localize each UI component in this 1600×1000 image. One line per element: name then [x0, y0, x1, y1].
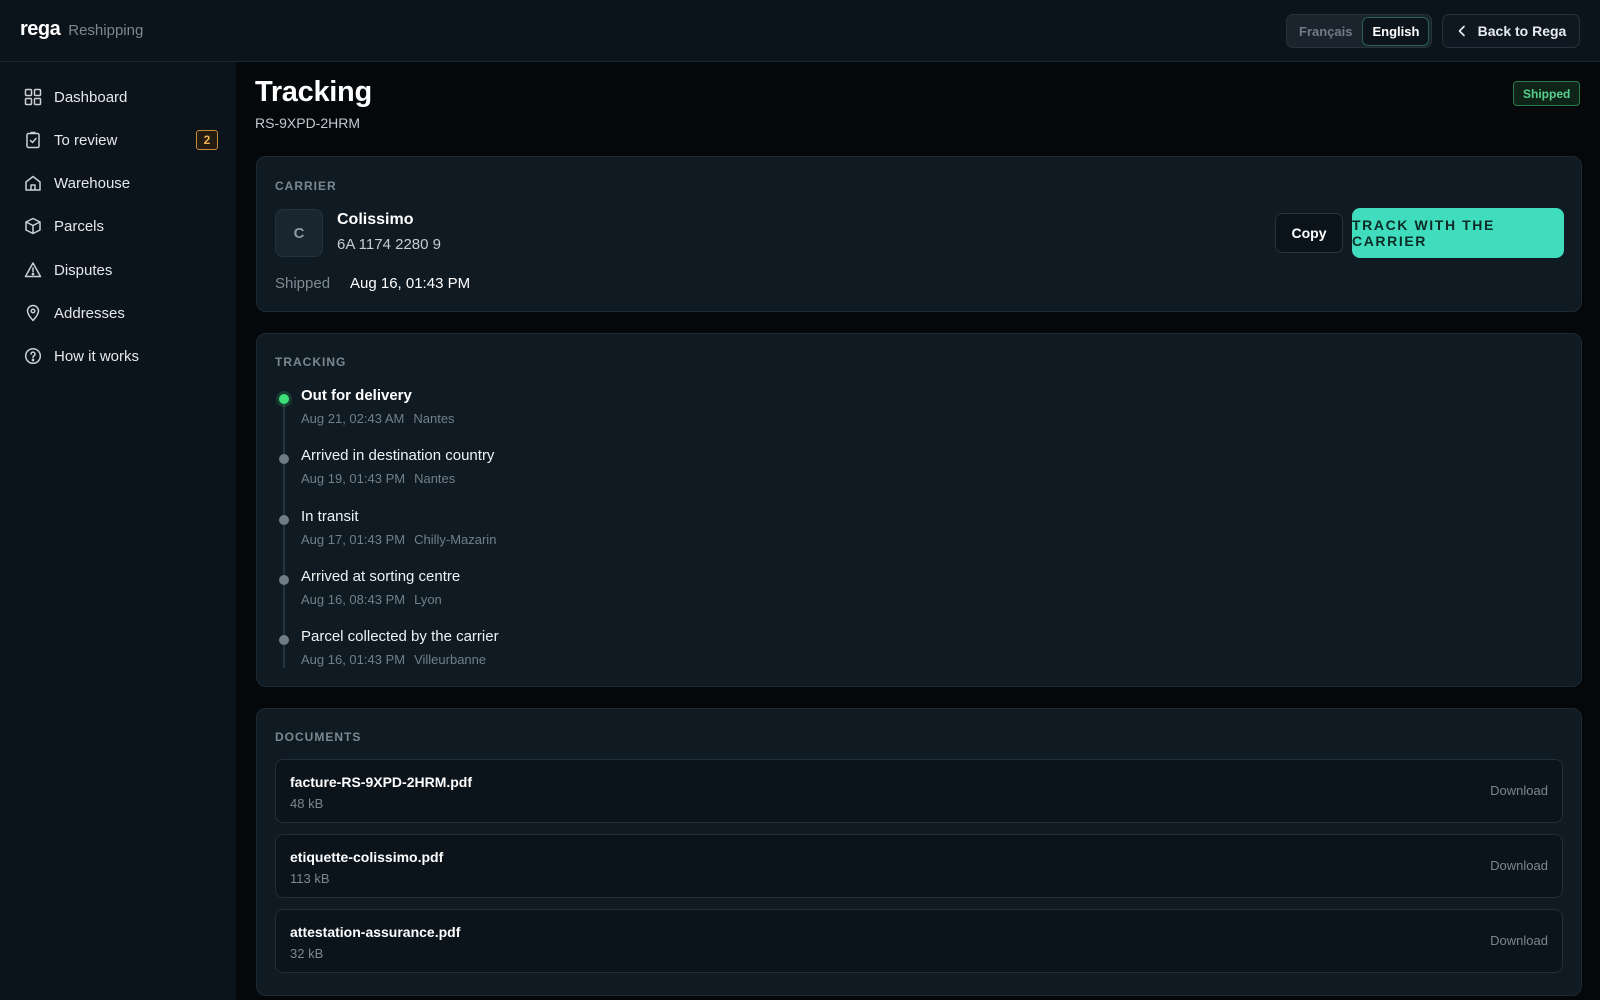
copy-tracking-button[interactable]: Copy	[1275, 213, 1343, 253]
warning-triangle-icon	[24, 262, 42, 278]
event-date: Aug 16, 01:43 PM	[301, 652, 406, 667]
sidebar-item-how-it-works[interactable]: How it works	[24, 342, 220, 370]
sidebar-item-label: Disputes	[54, 261, 113, 279]
documents-card: DOCUMENTS facture-RS-9XPD-2HRM.pdf 48 kB…	[256, 708, 1582, 996]
carrier-heading: CARRIER	[275, 179, 337, 193]
event-location: Lyon	[414, 592, 442, 607]
carrier-card: CARRIER C Colissimo 6A 1174 2280 9 Shipp…	[256, 156, 1582, 312]
event-meta: Aug 16, 01:43 PM Villeurbanne	[301, 652, 486, 667]
timeline-dot	[279, 515, 289, 525]
shipped-date: Aug 16, 01:43 PM	[350, 275, 471, 292]
document-name: etiquette-colissimo.pdf	[290, 849, 444, 865]
sidebar-item-warehouse[interactable]: Warehouse	[24, 169, 220, 197]
document-row: facture-RS-9XPD-2HRM.pdf 48 kB Download	[275, 759, 1563, 823]
document-size: 32 kB	[290, 946, 324, 961]
document-name: attestation-assurance.pdf	[290, 924, 461, 940]
document-size: 113 kB	[290, 871, 330, 886]
timeline-event: Arrived at sorting centre Aug 16, 08:43 …	[275, 568, 975, 618]
tracking-number: 6A 1174 2280 9	[337, 236, 441, 253]
documents-heading: DOCUMENTS	[275, 730, 362, 744]
event-location: Chilly-Mazarin	[414, 532, 497, 547]
carrier-logo: C	[275, 209, 323, 257]
download-link[interactable]: Download	[1490, 858, 1548, 873]
page-title: Tracking	[255, 76, 372, 108]
sidebar-item-label: Warehouse	[54, 174, 131, 192]
event-date: Aug 17, 01:43 PM	[301, 532, 406, 547]
event-location: Nantes	[414, 471, 456, 486]
box-icon	[25, 217, 41, 235]
timeline-dot	[279, 635, 289, 645]
brand-section: Reshipping	[68, 22, 144, 39]
sidebar-item-parcels[interactable]: Parcels	[24, 212, 220, 240]
event-location: Villeurbanne	[414, 652, 487, 667]
sidebar-item-label: To review	[54, 131, 118, 149]
timeline-event: Out for delivery Aug 21, 02:43 AM Nantes	[275, 387, 975, 437]
event-title: Arrived at sorting centre	[301, 568, 461, 585]
timeline-dot	[279, 454, 289, 464]
timeline-dot-active	[279, 394, 289, 404]
sidebar-item-label: Dashboard	[54, 88, 128, 106]
parcel-reference: RS-9XPD-2HRM	[255, 115, 361, 131]
top-bar: rega Reshipping Français English Back to…	[0, 0, 1600, 62]
back-to-rega-button[interactable]: Back to Rega	[1442, 14, 1580, 48]
sidebar-item-disputes[interactable]: Disputes	[24, 256, 220, 284]
sidebar-item-addresses[interactable]: Addresses	[24, 299, 220, 327]
tracking-heading: TRACKING	[275, 355, 347, 369]
event-meta: Aug 21, 02:43 AM Nantes	[301, 411, 455, 426]
event-location: Nantes	[413, 411, 455, 426]
event-meta: Aug 19, 01:43 PM Nantes	[301, 471, 455, 486]
carrier-name: Colissimo	[337, 211, 414, 228]
sidebar-item-label: How it works	[54, 347, 140, 365]
sidebar-item-dashboard[interactable]: Dashboard	[24, 83, 220, 111]
event-date: Aug 21, 02:43 AM	[301, 411, 405, 426]
track-with-carrier-button[interactable]: TRACK WITH THE CARRIER	[1352, 208, 1564, 258]
event-meta: Aug 17, 01:43 PM Chilly-Mazarin	[301, 532, 496, 547]
event-title: Parcel collected by the carrier	[301, 628, 499, 645]
event-date: Aug 16, 08:43 PM	[301, 592, 406, 607]
event-meta: Aug 16, 08:43 PM Lyon	[301, 592, 442, 607]
timeline-event: In transit Aug 17, 01:43 PM Chilly-Mazari…	[275, 508, 975, 558]
tracking-card: TRACKING Out for delivery Aug 21, 02:43 …	[256, 333, 1582, 687]
brand-logo[interactable]: rega	[20, 18, 61, 41]
timeline-event: Parcel collected by the carrier Aug 16, …	[275, 628, 975, 678]
event-date: Aug 19, 01:43 PM	[301, 471, 406, 486]
language-french-button[interactable]: Français	[1290, 18, 1361, 45]
sidebar-item-label: Parcels	[54, 217, 105, 235]
sidebar-item-to-review[interactable]: To review 2	[24, 126, 220, 154]
back-label: Back to Rega	[1477, 23, 1567, 39]
status-badge: Shipped	[1513, 81, 1581, 106]
download-link[interactable]: Download	[1490, 783, 1548, 798]
language-switch: Français English	[1286, 14, 1432, 48]
review-count-badge: 2	[196, 130, 218, 150]
document-row: etiquette-colissimo.pdf 113 kB Download	[275, 834, 1563, 898]
sidebar-item-label: Addresses	[54, 304, 125, 322]
brand[interactable]: rega Reshipping	[20, 18, 143, 41]
home-icon	[25, 175, 41, 191]
document-name: facture-RS-9XPD-2HRM.pdf	[290, 774, 473, 790]
shipped-label: Shipped	[275, 275, 331, 292]
help-circle-icon	[24, 347, 42, 365]
timeline-event: Arrived in destination country Aug 19, 0…	[275, 447, 975, 497]
clipboard-check-icon	[26, 131, 40, 149]
event-title: Arrived in destination country	[301, 447, 495, 464]
map-pin-icon	[26, 304, 40, 322]
document-size: 48 kB	[290, 796, 324, 811]
sidebar: Dashboard To review 2 Warehouse Parcels …	[0, 62, 236, 1000]
document-row: attestation-assurance.pdf 32 kB Download	[275, 909, 1563, 973]
language-english-button[interactable]: English	[1363, 17, 1429, 45]
chevron-left-icon	[1458, 25, 1465, 37]
event-title: Out for delivery	[301, 387, 412, 404]
event-title: In transit	[301, 508, 359, 525]
timeline-dot	[279, 575, 289, 585]
grid-icon	[24, 88, 42, 106]
download-link[interactable]: Download	[1490, 933, 1548, 948]
